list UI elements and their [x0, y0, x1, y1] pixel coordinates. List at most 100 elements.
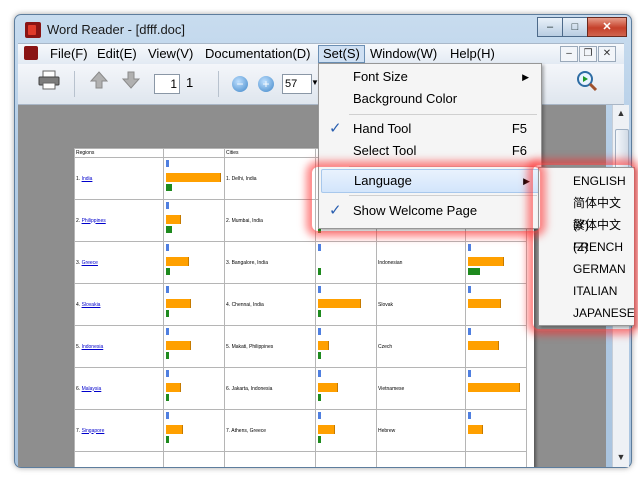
language-label: ENGLISH: [573, 174, 626, 188]
scroll-down-icon[interactable]: ▼: [613, 449, 629, 465]
scroll-up-icon[interactable]: ▲: [613, 105, 629, 121]
lang-label: Indonesian: [378, 259, 403, 266]
zoom-out-icon[interactable]: −: [232, 76, 248, 92]
menu-view[interactable]: View(V): [144, 46, 197, 62]
minimize-button[interactable]: –: [537, 17, 563, 37]
lang-cell: Hebrew: [376, 409, 466, 452]
arrow-down-icon[interactable]: [118, 70, 144, 96]
city-label: Athens, Greece: [231, 427, 267, 434]
bar-orange: [318, 383, 338, 392]
menu-window[interactable]: Window(W): [366, 46, 441, 62]
mdi-minimize-button[interactable]: –: [560, 46, 578, 62]
menu-item-language[interactable]: Language ▶: [321, 169, 541, 193]
language-item-german[interactable]: GERMAN: [541, 258, 632, 280]
menu-item-background-color[interactable]: Background Color: [321, 88, 539, 110]
row-number: 5.: [76, 343, 81, 350]
region-cell: 2. Philippines: [74, 199, 164, 242]
bar-green: [318, 394, 321, 401]
bar-cell: [465, 241, 527, 284]
toolbar-separator: [74, 71, 75, 97]
close-button[interactable]: ✕: [587, 17, 627, 37]
language-item-traditional-chinese[interactable]: 繁体中文(Z): [541, 214, 632, 254]
title-bar[interactable]: Word Reader - [dfff.doc] – □ ✕: [15, 15, 631, 45]
language-label: JAPANESE: [573, 306, 635, 320]
menu-documentation[interactable]: Documentation(D): [201, 46, 315, 62]
bar-blue: [468, 370, 471, 377]
bar-cell: [163, 325, 225, 368]
language-label: FRENCH: [573, 240, 623, 254]
city-label: Delhi, India: [231, 175, 257, 182]
bar-cell: [315, 241, 377, 284]
language-item-simplified-chinese[interactable]: 简体中文(Y): [541, 192, 632, 232]
bar-cell: [315, 325, 377, 368]
bar-orange: [166, 299, 191, 308]
region-link[interactable]: Singapore: [82, 428, 105, 434]
bar-cell: [315, 451, 377, 467]
header-regions: Regions: [74, 148, 164, 158]
menu-item-select-tool[interactable]: Select Tool F6: [321, 140, 539, 162]
row-number: 1.: [76, 175, 81, 182]
row-number: 6.: [76, 385, 81, 392]
bar-blue: [318, 328, 321, 335]
menu-item-label: Show Welcome Page: [353, 203, 478, 218]
mdi-restore-button[interactable]: ❐: [579, 46, 597, 62]
maximize-button[interactable]: □: [562, 17, 588, 37]
language-label: ITALIAN: [573, 284, 618, 298]
language-item-french[interactable]: FRENCH: [541, 236, 632, 258]
bar-orange: [468, 383, 520, 392]
region-link[interactable]: India: [82, 176, 93, 182]
region-link[interactable]: Greece: [82, 260, 98, 266]
bar-green: [166, 310, 169, 317]
menu-separator: [349, 195, 537, 196]
language-item-japanese[interactable]: JAPANESE: [541, 302, 635, 324]
region-link[interactable]: Malaysia: [82, 386, 102, 392]
arrow-up-icon[interactable]: [86, 70, 112, 96]
header-empty: [163, 148, 225, 158]
scroll-thumb[interactable]: [615, 129, 629, 171]
zoom-in-icon[interactable]: +: [258, 76, 274, 92]
menu-item-label: Background Color: [353, 91, 458, 106]
region-link[interactable]: Philippines: [82, 218, 106, 224]
region-cell: 1. India: [74, 157, 164, 200]
bar-green: [318, 310, 321, 317]
check-icon: ✓: [329, 202, 342, 219]
bar-cell: [315, 367, 377, 410]
menu-item-font-size[interactable]: Font Size ▶: [321, 66, 539, 88]
menu-item-show-welcome-page[interactable]: ✓ Show Welcome Page: [321, 200, 539, 222]
lang-cell: Czech: [376, 325, 466, 368]
mdi-close-button[interactable]: ✕: [598, 46, 616, 62]
city-label: Makati, Philippines: [231, 343, 274, 350]
print-icon[interactable]: [36, 70, 62, 96]
city-cell: 1. Delhi, India: [224, 157, 316, 200]
bar-orange: [318, 425, 335, 434]
row-number: 3.: [76, 259, 81, 266]
menu-edit[interactable]: Edit(E): [93, 46, 141, 62]
region-link[interactable]: Indonesia: [82, 344, 104, 350]
bar-orange: [166, 257, 189, 266]
menu-help[interactable]: Help(H): [446, 46, 499, 62]
bar-cell: [163, 409, 225, 452]
lang-cell: Slovak: [376, 283, 466, 326]
city-cell: 2. Mumbai, India: [224, 199, 316, 242]
document-icon[interactable]: [24, 46, 38, 60]
menu-item-hand-tool[interactable]: ✓ Hand Tool F5: [321, 118, 539, 140]
app-icon[interactable]: [25, 22, 41, 38]
table-row: 7. Singapore 7. Athens, Greece Hebrew: [74, 409, 527, 452]
bar-blue: [318, 244, 321, 251]
bar-green: [166, 436, 169, 443]
row-number: 6.: [226, 385, 231, 392]
magnifier-icon[interactable]: [574, 70, 600, 96]
region-cell: 6. Malaysia: [74, 367, 164, 410]
page-number-input[interactable]: 1: [154, 74, 180, 94]
bar-orange: [318, 299, 361, 308]
bar-green: [166, 184, 172, 191]
region-link[interactable]: Slovakia: [82, 302, 101, 308]
menu-set[interactable]: Set(S): [318, 45, 365, 63]
bar-cell: [163, 157, 225, 200]
bar-orange: [166, 173, 221, 182]
row-number: 1.: [226, 175, 231, 182]
language-item-english[interactable]: ENGLISH: [541, 170, 632, 192]
zoom-select[interactable]: 57: [282, 74, 312, 94]
language-item-italian[interactable]: ITALIAN: [541, 280, 632, 302]
menu-file[interactable]: File(F): [46, 46, 92, 62]
